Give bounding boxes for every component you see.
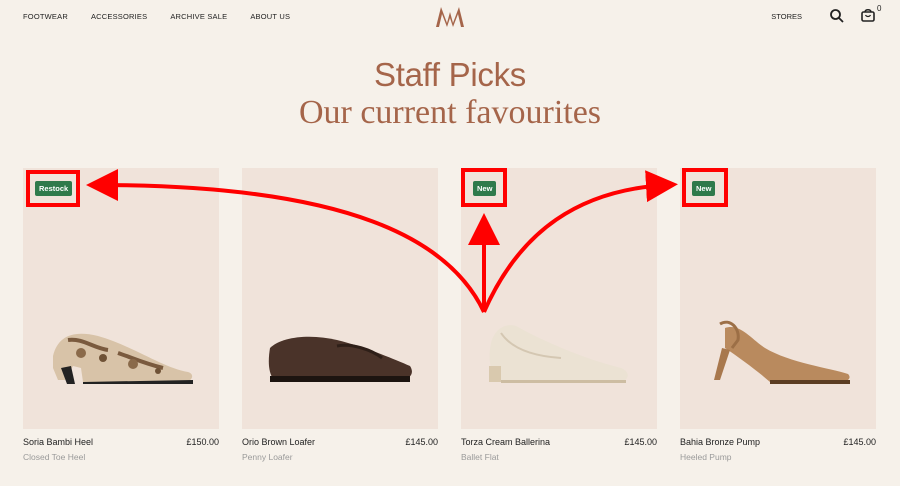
- product-card[interactable]: Restock Soria Bambi Heel £150.00 Closed …: [23, 168, 219, 462]
- product-name[interactable]: Torza Cream Ballerina: [461, 437, 550, 447]
- nav-footwear[interactable]: FOOTWEAR: [23, 12, 68, 21]
- product-image[interactable]: New: [461, 168, 657, 429]
- product-card[interactable]: Orio Brown Loafer £145.00 Penny Loafer: [242, 168, 438, 462]
- nav-about-us[interactable]: ABOUT US: [250, 12, 290, 21]
- product-image[interactable]: Restock: [23, 168, 219, 429]
- ballerina-shoe-image: [489, 325, 628, 383]
- bag-button[interactable]: 0: [860, 4, 882, 25]
- heel-shoe-image: [53, 333, 193, 384]
- product-name[interactable]: Bahia Bronze Pump: [680, 437, 760, 447]
- nav-archive-sale[interactable]: ARCHIVE SALE: [170, 12, 227, 21]
- product-price: £145.00: [843, 437, 876, 447]
- product-card[interactable]: New Bahia Bronze Pump £145.00 Heeled Pum…: [680, 168, 876, 462]
- utility-nav: STORES 0: [771, 4, 882, 25]
- product-price: £150.00: [186, 437, 219, 447]
- product-name[interactable]: Soria Bambi Heel: [23, 437, 93, 447]
- product-type: Penny Loafer: [242, 452, 293, 462]
- page-subtitle: Our current favourites: [298, 94, 602, 131]
- brand-logo[interactable]: [434, 4, 466, 28]
- nav-accessories[interactable]: ACCESSORIES: [91, 12, 147, 21]
- product-name[interactable]: Orio Brown Loafer: [242, 437, 315, 447]
- main-nav: FOOTWEAR ACCESSORIES ARCHIVE SALE ABOUT …: [23, 12, 290, 21]
- product-price: £145.00: [624, 437, 657, 447]
- product-type: Closed Toe Heel: [23, 452, 86, 462]
- product-price: £145.00: [405, 437, 438, 447]
- product-card[interactable]: New Torza Cream Ballerina £145.00 Ballet…: [461, 168, 657, 462]
- product-type: Ballet Flat: [461, 452, 499, 462]
- search-icon[interactable]: [828, 7, 846, 25]
- loafer-shoe-image: [268, 336, 412, 382]
- page-title: Staff Picks: [374, 56, 526, 93]
- site-header: FOOTWEAR ACCESSORIES ARCHIVE SALE ABOUT …: [0, 0, 900, 34]
- shopping-bag-icon: [861, 8, 875, 22]
- product-image[interactable]: New: [680, 168, 876, 429]
- product-image[interactable]: [242, 168, 438, 429]
- pump-shoe-image: [714, 320, 850, 384]
- stores-link[interactable]: STORES: [771, 12, 802, 21]
- product-type: Heeled Pump: [680, 452, 732, 462]
- bag-count: 0: [877, 4, 882, 13]
